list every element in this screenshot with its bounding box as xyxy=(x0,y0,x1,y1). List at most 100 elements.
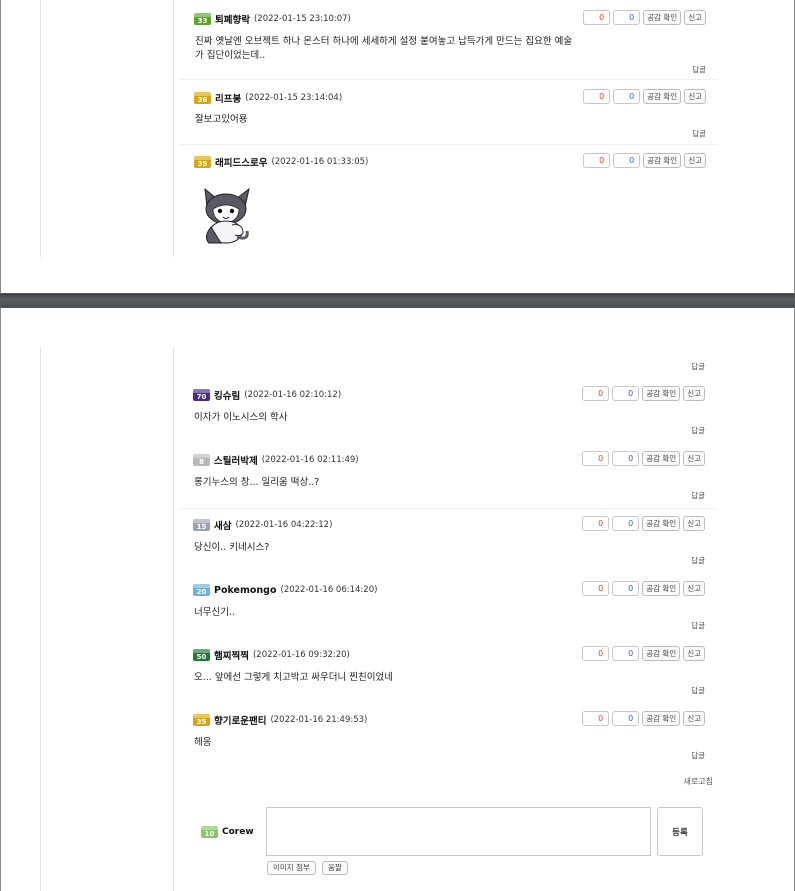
report-button[interactable]: 신고 xyxy=(684,10,706,25)
comment-image-sticker xyxy=(199,187,255,245)
page-break xyxy=(0,294,795,307)
like-check-button[interactable]: 공감 확인 xyxy=(643,153,682,168)
comment-nick[interactable]: 향기로운팬티 xyxy=(214,713,266,727)
divider xyxy=(40,0,41,257)
dislike-count-button[interactable]: 0 xyxy=(612,516,640,531)
like-check-button[interactable]: 공감 확인 xyxy=(642,516,681,531)
dislike-count-button[interactable]: 0 xyxy=(613,153,641,168)
comment-item: 70 킹슈림 (2022-01-16 02:10:12) 0 0 공감 확인 신… xyxy=(179,386,717,440)
comment-actions: 0 0 공감 확인 신고 xyxy=(582,581,705,596)
comment-nick[interactable]: 햄찌찍찍 xyxy=(214,648,249,662)
comment-date: (2022-01-16 04:22:12) xyxy=(235,520,333,530)
report-button[interactable]: 신고 xyxy=(683,581,705,596)
divider xyxy=(40,347,41,891)
like-count-button[interactable]: 0 xyxy=(582,711,610,726)
level-icon: 20 xyxy=(193,584,210,596)
level-icon: 8 xyxy=(193,454,210,466)
report-button[interactable]: 신고 xyxy=(684,153,706,168)
like-count-button[interactable]: 0 xyxy=(583,89,611,104)
comment-date: (2022-01-15 23:10:07) xyxy=(253,14,351,24)
like-count-button[interactable]: 0 xyxy=(582,581,610,596)
submit-button[interactable]: 등록 xyxy=(657,807,703,856)
reply-button[interactable]: 답글 xyxy=(691,620,705,631)
reply-button[interactable]: 답글 xyxy=(691,750,705,761)
refresh-button[interactable]: 새로고침 xyxy=(684,776,713,787)
comment-nick[interactable]: 스틸러박제 xyxy=(214,453,258,467)
comment-header: 70 킹슈림 (2022-01-16 02:10:12) xyxy=(193,388,341,402)
comment-nick[interactable]: 퇴폐향락 xyxy=(215,12,250,26)
report-button[interactable]: 신고 xyxy=(683,646,705,661)
dislike-count-button[interactable]: 0 xyxy=(612,711,640,726)
dislike-count-button[interactable]: 0 xyxy=(613,89,641,104)
comment-item: 35 향기로운팬티 (2022-01-16 21:49:53) 0 0 공감 확… xyxy=(179,711,717,765)
comment-nick[interactable]: 킹슈림 xyxy=(214,388,240,402)
comment-date: (2022-01-16 02:11:49) xyxy=(261,455,359,465)
dislike-count-button[interactable]: 0 xyxy=(612,581,640,596)
reply-button[interactable]: 답글 xyxy=(691,490,705,501)
like-count-button[interactable]: 0 xyxy=(583,153,611,168)
comment-nick[interactable]: 리프봉 xyxy=(215,91,241,105)
like-check-button[interactable]: 공감 확인 xyxy=(642,581,681,596)
comment-text: 롱기누스의 창... 일리움 떡상..? xyxy=(194,477,320,488)
comment-header: 50 햄찌찍찍 (2022-01-16 09:32:20) xyxy=(193,648,350,662)
level-icon: 33 xyxy=(194,13,211,25)
reply-button[interactable]: 답글 xyxy=(691,555,705,566)
comment-input[interactable] xyxy=(266,807,651,856)
level-icon: 35 xyxy=(193,714,210,726)
like-check-button[interactable]: 공감 확인 xyxy=(642,646,681,661)
like-check-button[interactable]: 공감 확인 xyxy=(642,451,681,466)
comment-nick[interactable]: 래피드스로우 xyxy=(215,155,267,169)
comment-writer-info: 10 Corew xyxy=(201,826,258,838)
dislike-count-button[interactable]: 0 xyxy=(612,646,640,661)
report-button[interactable]: 신고 xyxy=(683,516,705,531)
attach-image-button[interactable]: 이미지 첨부 xyxy=(267,861,316,875)
like-count-button[interactable]: 0 xyxy=(582,451,610,466)
dislike-count-button[interactable]: 0 xyxy=(612,386,640,401)
comment-date: (2022-01-16 01:33:05) xyxy=(271,157,369,167)
like-count-button[interactable]: 0 xyxy=(582,646,610,661)
comment-actions: 0 0 공감 확인 신고 xyxy=(583,89,706,104)
like-count-button[interactable]: 0 xyxy=(583,10,611,25)
comment-header: 39 래피드스로우 (2022-01-16 01:33:05) xyxy=(194,155,368,169)
reply-button[interactable]: 답글 xyxy=(691,685,705,696)
like-check-button[interactable]: 공감 확인 xyxy=(642,386,681,401)
reply-button[interactable]: 답글 xyxy=(692,64,706,75)
report-button[interactable]: 신고 xyxy=(683,711,705,726)
report-button[interactable]: 신고 xyxy=(683,386,705,401)
comment-item: 36 리프봉 (2022-01-15 23:14:04) 0 0 공감 확인 신… xyxy=(180,89,718,145)
report-button[interactable]: 신고 xyxy=(683,451,705,466)
dislike-count-button[interactable]: 0 xyxy=(612,451,640,466)
comment-nick[interactable]: Pokemongo xyxy=(214,585,277,596)
comment-header: 15 새삼 (2022-01-16 04:22:12) xyxy=(193,518,332,532)
like-check-button[interactable]: 공감 확인 xyxy=(643,89,682,104)
level-icon: 39 xyxy=(194,156,211,168)
comment-actions: 0 0 공감 확인 신고 xyxy=(583,153,706,168)
comment-nick[interactable]: 새삼 xyxy=(214,518,231,532)
cat-sticker-icon xyxy=(204,187,250,244)
comment-text: 이자가 이노시스의 학사 xyxy=(194,412,288,423)
reply-button[interactable]: 답글 xyxy=(691,425,705,436)
like-count-button[interactable]: 0 xyxy=(582,386,610,401)
comment-actions: 0 0 공감 확인 신고 xyxy=(582,711,705,726)
emoticon-button[interactable]: 움짤 xyxy=(322,861,348,875)
level-icon: 50 xyxy=(193,649,210,661)
comment-actions: 0 0 공감 확인 신고 xyxy=(582,451,705,466)
comment-item: 33 퇴폐향락 (2022-01-15 23:10:07) 0 0 공감 확인 … xyxy=(180,10,718,80)
level-icon: 70 xyxy=(193,389,210,401)
reply-button[interactable]: 답글 xyxy=(691,361,705,372)
like-check-button[interactable]: 공감 확인 xyxy=(643,10,682,25)
like-check-button[interactable]: 공감 확인 xyxy=(642,711,681,726)
like-count-button[interactable]: 0 xyxy=(582,516,610,531)
reply-button[interactable]: 답글 xyxy=(692,128,706,139)
dislike-count-button[interactable]: 0 xyxy=(613,10,641,25)
comment-header: 20 Pokemongo (2022-01-16 06:14:20) xyxy=(193,583,377,597)
comment-header: 8 스틸러박제 (2022-01-16 02:11:49) xyxy=(193,453,359,467)
report-button[interactable]: 신고 xyxy=(684,89,706,104)
level-icon: 15 xyxy=(193,519,210,531)
page-top: 33 퇴폐향락 (2022-01-15 23:10:07) 0 0 공감 확인 … xyxy=(0,0,795,294)
comment-date: (2022-01-16 21:49:53) xyxy=(270,715,368,725)
writer-nick: Corew xyxy=(222,827,254,837)
comment-item: 50 햄찌찍찍 (2022-01-16 09:32:20) 0 0 공감 확인 … xyxy=(179,646,717,700)
comment-actions: 0 0 공감 확인 신고 xyxy=(582,386,705,401)
comment-date: (2022-01-16 06:14:20) xyxy=(280,585,378,595)
